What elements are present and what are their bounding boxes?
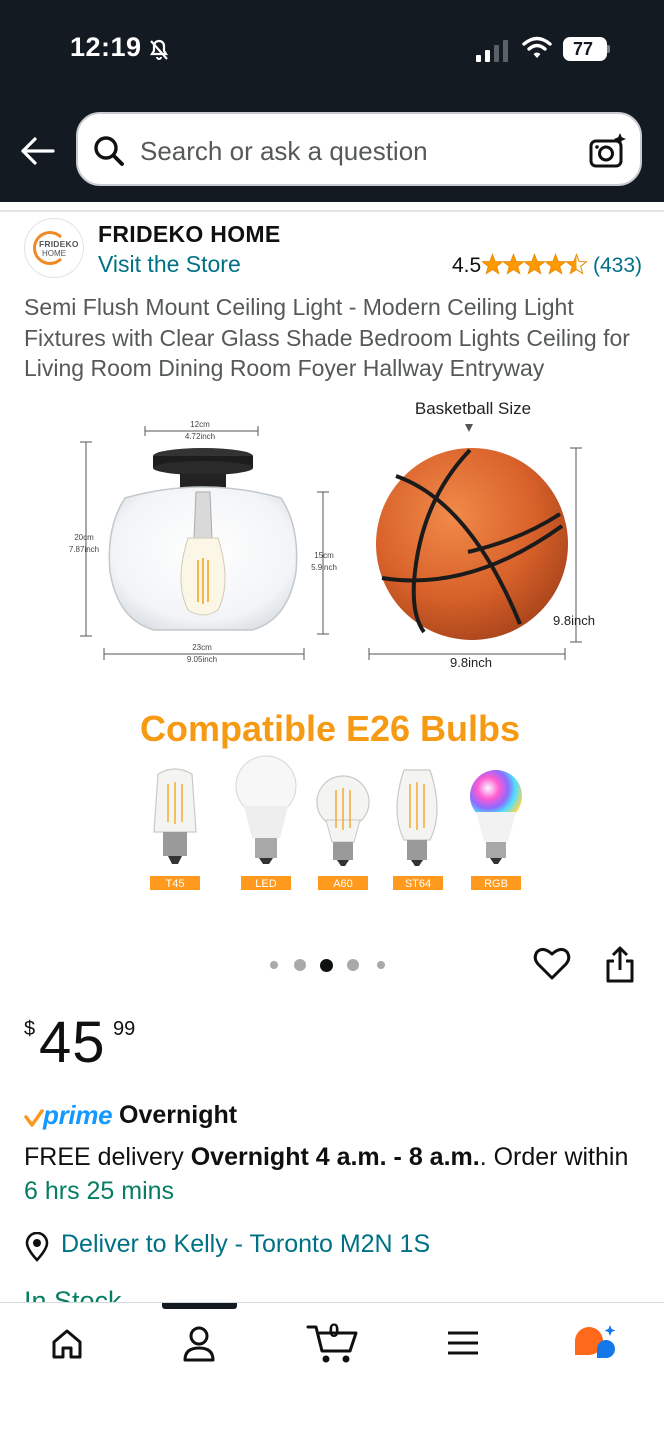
top-header: 12:19 77 bbox=[0, 0, 664, 202]
back-arrow-icon[interactable] bbox=[20, 134, 56, 168]
prime-speed: Overnight bbox=[119, 1101, 238, 1129]
carousel-dot[interactable] bbox=[294, 959, 306, 971]
search-icon bbox=[94, 136, 124, 166]
search-bar[interactable] bbox=[76, 112, 642, 186]
battery-indicator: 77 bbox=[563, 37, 607, 61]
bulbs-heading: Compatible E26 Bulbs bbox=[140, 708, 520, 749]
ceiling-light bbox=[108, 448, 298, 631]
battery-tip bbox=[607, 45, 610, 53]
camera-icon[interactable] bbox=[588, 132, 628, 170]
carousel-dot-active[interactable] bbox=[319, 958, 333, 972]
bulb-st64 bbox=[396, 769, 438, 866]
dim-height-in: 7.87inch bbox=[69, 545, 99, 554]
star-icon bbox=[565, 253, 588, 275]
dim-bottom-cm: 23cm bbox=[192, 643, 212, 652]
profile-icon[interactable] bbox=[182, 1325, 216, 1363]
bulb-label: RGB bbox=[484, 878, 508, 890]
bulb-label: T45 bbox=[166, 878, 185, 890]
price-symbol: $ bbox=[24, 1018, 36, 1040]
dim-shade-in: 5.9inch bbox=[311, 563, 337, 572]
heart-icon[interactable] bbox=[533, 945, 571, 983]
price-fraction: 99 bbox=[113, 1018, 136, 1040]
share-icon[interactable] bbox=[604, 945, 636, 983]
dim-height-cm: 20cm bbox=[74, 533, 94, 542]
logo-text-line2: HOME bbox=[42, 249, 66, 258]
cart-button[interactable]: 0 bbox=[306, 1319, 358, 1365]
dim-bottom-in: 9.05inch bbox=[187, 655, 217, 664]
delivery-countdown: 6 hrs 25 mins bbox=[24, 1177, 175, 1205]
star-icon bbox=[482, 253, 504, 275]
delivery-window: Overnight 4 a.m. - 8 a.m. bbox=[190, 1143, 480, 1171]
carousel-dot[interactable] bbox=[347, 959, 359, 971]
rufus-icon[interactable] bbox=[571, 1323, 617, 1365]
status-time: 12:19 bbox=[70, 32, 142, 62]
star-icons bbox=[482, 253, 588, 275]
basketball-size-label: Basketball Size bbox=[415, 399, 531, 418]
delivery-prefix: FREE delivery bbox=[24, 1143, 191, 1171]
review-count[interactable]: (433) bbox=[593, 254, 642, 278]
delivery-message: FREE delivery Overnight 4 a.m. - 8 a.m..… bbox=[24, 1140, 644, 1208]
carousel-dot[interactable] bbox=[270, 961, 278, 969]
signal-icon bbox=[476, 40, 510, 62]
star-icon bbox=[523, 253, 546, 275]
store-logo[interactable]: FRIDEKO HOME bbox=[24, 218, 84, 278]
battery-level: 77 bbox=[572, 39, 594, 59]
order-within: . Order within bbox=[479, 1143, 629, 1171]
dim-top-in: 4.72inch bbox=[185, 432, 215, 441]
star-rating[interactable] bbox=[482, 252, 588, 278]
product-title: Semi Flush Mount Ceiling Light - Modern … bbox=[24, 294, 630, 381]
prime-logo-text: prime bbox=[43, 1100, 113, 1130]
bulb-label: LED bbox=[255, 878, 276, 890]
ball-height-label: 9.8inch bbox=[553, 613, 595, 628]
wifi-icon bbox=[522, 36, 552, 58]
ball-width-label: 9.8inch bbox=[450, 655, 492, 670]
cart-count: 0 bbox=[328, 1321, 340, 1342]
dim-top-cm: 12cm bbox=[190, 420, 210, 429]
header-divider bbox=[0, 210, 664, 212]
deliver-to-link[interactable]: Deliver to Kelly - Toronto M2N 1S bbox=[61, 1230, 430, 1259]
search-input[interactable] bbox=[140, 136, 570, 167]
bulb-labels: T45 LED A60 ST64 RGB bbox=[150, 876, 521, 890]
bottom-nav: 0 bbox=[0, 1302, 664, 1440]
home-icon[interactable] bbox=[50, 1327, 84, 1361]
bell-off-icon bbox=[150, 39, 168, 60]
location-pin-icon bbox=[25, 1232, 49, 1262]
star-icon bbox=[544, 253, 567, 275]
dim-shade-cm: 15cm bbox=[314, 551, 334, 560]
menu-icon[interactable] bbox=[446, 1329, 480, 1357]
bulb-rgb bbox=[470, 770, 522, 864]
logo-text-line1: FRIDEKO bbox=[39, 239, 79, 249]
bulb-t45 bbox=[153, 768, 197, 864]
carousel-dot[interactable] bbox=[377, 961, 385, 969]
active-tab-indicator bbox=[162, 1303, 237, 1309]
bulb-a60 bbox=[316, 775, 370, 866]
stock-status: In Stock bbox=[24, 1286, 122, 1302]
bulb-label: A60 bbox=[333, 878, 353, 890]
pointer-triangle bbox=[465, 424, 473, 432]
prime-check-icon bbox=[24, 1109, 44, 1127]
brand-name: FRIDEKO HOME bbox=[98, 221, 281, 247]
star-icon bbox=[502, 253, 525, 275]
bulb-led bbox=[235, 755, 297, 864]
product-image[interactable]: 12cm 4.72inch 20cm 7.87inch 15cm 5.9inch… bbox=[0, 392, 664, 932]
rating-value[interactable]: 4.5 bbox=[452, 254, 481, 278]
price-whole: 45 bbox=[39, 1010, 106, 1075]
bulb-label: ST64 bbox=[405, 878, 431, 890]
visit-store-link[interactable]: Visit the Store bbox=[98, 251, 241, 278]
basketball bbox=[376, 448, 568, 640]
